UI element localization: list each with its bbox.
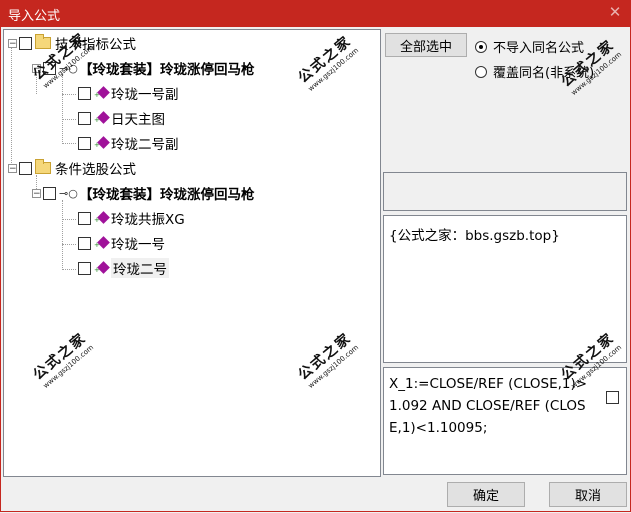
select-all-button[interactable]: 全部选中 <box>385 33 467 57</box>
folder-icon <box>35 34 51 49</box>
group-label: 技术指标公式 <box>55 37 136 53</box>
key-icon: ⊸○ <box>59 186 78 200</box>
formula-tree[interactable]: − 技术指标公式 − ⊸○ 【玲珑套装】玲珑涨停回马枪 + 玲珑一号副 + 日天… <box>3 29 381 477</box>
tree-line <box>62 143 76 144</box>
formula-checkbox[interactable] <box>606 391 619 404</box>
item-checkbox[interactable] <box>78 211 91 225</box>
radio-indicator[interactable] <box>475 40 487 53</box>
formula-icon: + <box>94 111 110 124</box>
close-icon[interactable]: ✕ <box>605 2 625 22</box>
formula-icon: + <box>94 86 110 99</box>
tree-suite-screening[interactable]: − ⊸○ 【玲珑套装】玲珑涨停回马枪 <box>32 182 255 204</box>
radio-overwrite[interactable]: 覆盖同名(非系统) <box>475 62 594 81</box>
tree-line <box>11 48 12 171</box>
formula-icon: + <box>94 261 110 274</box>
formula-icon: + <box>94 236 110 249</box>
tree-item[interactable]: + 玲珑一号 <box>78 232 165 254</box>
info-text: {公式之家：bbs.gszb.top} <box>389 228 560 244</box>
window-title: 导入公式 <box>8 9 61 24</box>
cancel-button[interactable]: 取消 <box>549 482 627 507</box>
collapse-icon[interactable]: − <box>32 188 41 198</box>
tree-suite-technical[interactable]: − ⊸○ 【玲珑套装】玲珑涨停回马枪 <box>32 57 255 79</box>
tree-item[interactable]: + 日天主图 <box>78 107 165 129</box>
item-checkbox[interactable] <box>78 261 91 275</box>
item-label: 玲珑二号副 <box>111 137 179 153</box>
item-label: 玲珑一号 <box>111 237 165 253</box>
radio-label: 不导入同名公式 <box>493 41 585 56</box>
title-bar: 导入公式 ✕ <box>0 0 631 27</box>
tree-line <box>62 244 76 245</box>
item-label: 日天主图 <box>111 112 165 128</box>
radio-label: 覆盖同名(非系统) <box>493 66 595 81</box>
tree-item[interactable]: + 玲珑一号副 <box>78 82 179 104</box>
tree-line <box>62 219 76 220</box>
key-icon: ⊸○ <box>59 61 78 75</box>
formula-icon: + <box>94 211 110 224</box>
tree-group-technical[interactable]: − 技术指标公式 <box>8 32 136 54</box>
radio-indicator[interactable] <box>475 65 487 78</box>
group-checkbox[interactable] <box>19 161 32 175</box>
collapse-icon[interactable]: − <box>32 63 41 73</box>
folder-icon <box>35 159 51 174</box>
formula-text: X_1:=CLOSE/REF (CLOSE,1)>1.092 AND CLOSE… <box>389 376 588 436</box>
suite-checkbox[interactable] <box>43 61 56 75</box>
tree-line <box>62 74 63 142</box>
tree-line <box>62 200 63 268</box>
item-checkbox[interactable] <box>78 111 91 125</box>
blank-field <box>383 172 627 211</box>
formula-icon: + <box>94 136 110 149</box>
item-label: 玲珑一号副 <box>111 87 179 103</box>
group-label: 条件选股公式 <box>55 162 136 178</box>
collapse-icon[interactable]: − <box>8 163 17 173</box>
item-checkbox[interactable] <box>78 136 91 150</box>
tree-line <box>62 94 76 95</box>
radio-skip-same[interactable]: 不导入同名公式 <box>475 37 584 56</box>
item-label: 玲珑共振XG <box>111 212 185 228</box>
tree-item[interactable]: + 玲珑二号副 <box>78 132 179 154</box>
suite-checkbox[interactable] <box>43 186 56 200</box>
suite-label: 【玲珑套装】玲珑涨停回马枪 <box>79 62 255 78</box>
item-label: 玲珑二号 <box>111 258 169 278</box>
collapse-icon[interactable]: − <box>8 38 17 48</box>
tree-group-screening[interactable]: − 条件选股公式 <box>8 157 136 179</box>
tree-line <box>62 119 76 120</box>
tree-line <box>62 269 76 270</box>
item-checkbox[interactable] <box>78 236 91 250</box>
item-checkbox[interactable] <box>78 86 91 100</box>
tree-item[interactable]: + 玲珑二号 <box>78 257 169 279</box>
suite-label: 【玲珑套装】玲珑涨停回马枪 <box>79 187 255 203</box>
group-checkbox[interactable] <box>19 36 32 50</box>
tree-item[interactable]: + 玲珑共振XG <box>78 207 185 229</box>
ok-button[interactable]: 确定 <box>447 482 525 507</box>
